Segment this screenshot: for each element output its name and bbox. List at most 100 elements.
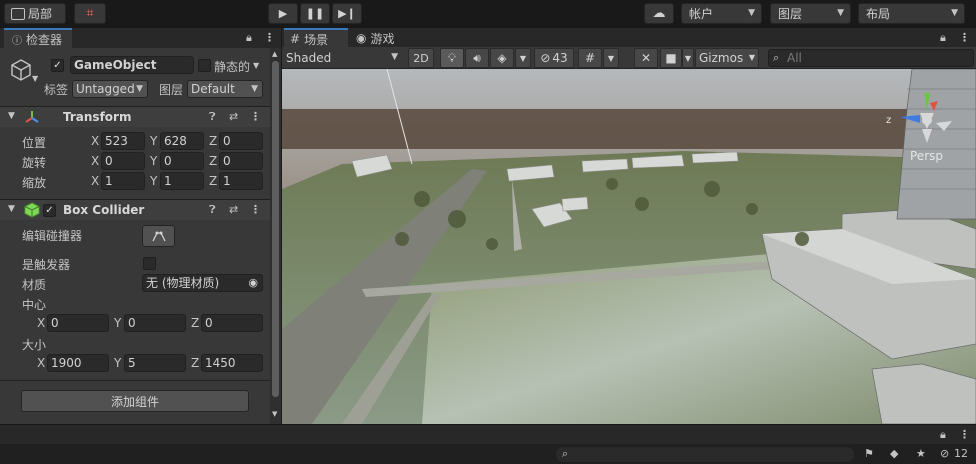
lock-icon[interactable]: 🔒︎ (246, 31, 252, 45)
layout-dropdown[interactable]: 布局 ▼ (858, 3, 965, 24)
play-button[interactable]: ▶ (268, 3, 298, 24)
lock-icon[interactable]: 🔒︎ (940, 31, 946, 45)
scene-panel: # 场景 ◉ 游戏 🔒︎ ⋮ Shaded ▼ 2D 💡︎ 🔊︎ ◈ ▼ ⊘ 4… (282, 28, 976, 424)
cloud-button[interactable]: ☁ (644, 3, 674, 24)
effects-dropdown[interactable]: ▼ (515, 48, 531, 68)
tab-scene[interactable]: # 场景 (284, 28, 348, 48)
size-y-field[interactable]: 5 (124, 354, 186, 372)
is-trigger-checkbox[interactable] (143, 257, 156, 270)
account-label: 局部 (28, 7, 53, 21)
more-icon[interactable]: ⋮ (250, 203, 261, 216)
tag-icon[interactable]: ◆ (890, 447, 898, 460)
position-y-field[interactable]: 628 (160, 132, 204, 150)
scale-x-axis: X (91, 174, 100, 188)
audio-toggle[interactable]: 🔊︎ (465, 48, 489, 68)
scale-x-field[interactable]: 1 (101, 172, 145, 190)
rotation-y-field[interactable]: 0 (160, 152, 204, 170)
center-y-field[interactable]: 0 (124, 314, 186, 332)
pause-button[interactable]: ❚❚ (300, 3, 330, 24)
chevron-down-icon[interactable]: ▼ (32, 74, 38, 83)
rotation-z-field[interactable]: 0 (219, 152, 263, 170)
tab-game[interactable]: ◉ 游戏 (350, 28, 406, 48)
edit-collider-label: 编辑碰撞器 (22, 229, 83, 243)
scroll-up-icon[interactable]: ▲ (272, 50, 277, 58)
lighting-toggle[interactable]: 💡︎ (440, 48, 464, 68)
camera-icon: ■ (665, 51, 677, 65)
size-label: 大小 (22, 338, 47, 352)
chevron-down-icon[interactable]: ▼ (253, 61, 259, 70)
static-checkbox[interactable] (198, 59, 211, 72)
chevron-down-icon: ▼ (748, 53, 755, 62)
tag-dropdown[interactable]: Untagged ▼ (72, 80, 148, 98)
hidden-objects-toggle[interactable]: ⊘ 43 (534, 48, 574, 68)
city-scene-image (282, 69, 976, 424)
layers-dropdown[interactable]: 图层 ▼ (770, 3, 851, 24)
size-z-field[interactable]: 1450 (201, 354, 263, 372)
scrollbar-thumb[interactable] (272, 61, 279, 397)
center-x-field[interactable]: 0 (47, 314, 109, 332)
presets-icon[interactable]: ⇄ (229, 203, 238, 216)
size-z-axis: Z (191, 356, 200, 370)
camera-dropdown[interactable]: ▼ (682, 48, 694, 68)
eye-slash-icon[interactable]: ⊘ (940, 447, 949, 460)
step-button[interactable]: ▶❙ (332, 3, 362, 24)
mode-2d-toggle[interactable]: 2D (408, 48, 434, 68)
account-button[interactable]: 局部 (4, 3, 66, 24)
collab-button[interactable]: ⌗ (74, 3, 106, 24)
help-icon[interactable]: ❓︎ (209, 203, 216, 217)
search-placeholder: All (787, 51, 802, 65)
more-icon[interactable]: ⋮ (959, 428, 970, 441)
orientation-gizmo[interactable]: z Persp (886, 89, 956, 165)
foldout-icon[interactable]: ▼ (8, 204, 15, 214)
position-x-field[interactable]: 523 (101, 132, 145, 150)
account-dropdown-label: 帐户 (689, 7, 714, 21)
inspector-scrollbar[interactable]: ▲ ▼ (270, 48, 281, 424)
step-icon: ▶❙ (338, 7, 356, 20)
tools-toggle[interactable]: ✕ (634, 48, 658, 68)
effects-toggle[interactable]: ◈ (490, 48, 514, 68)
shading-dropdown[interactable]: Shaded ▼ (284, 48, 402, 68)
size-x-field[interactable]: 1900 (47, 354, 109, 372)
tab-inspector[interactable]: ⓘ 检查器 (4, 28, 72, 48)
active-checkbox[interactable]: ✓ (51, 59, 64, 72)
box-collider-title: Box Collider (63, 203, 145, 217)
material-field[interactable]: 无 (物理材质) ◉ (142, 274, 263, 292)
gizmos-dropdown[interactable]: Gizmos ▼ (695, 48, 759, 68)
center-z-field[interactable]: 0 (201, 314, 263, 332)
grid-toggle[interactable]: # (578, 48, 602, 68)
help-icon[interactable]: ❓︎ (209, 110, 216, 124)
position-z-axis: Z (209, 134, 218, 148)
chevron-down-icon: ▼ (251, 84, 258, 94)
add-component-button[interactable]: 添加组件 (21, 390, 249, 412)
box-collider-header[interactable]: ▼ ✓ Box Collider ❓︎ ⇄ ⋮ (0, 199, 270, 220)
lock-icon[interactable]: 🔒︎ (940, 428, 946, 442)
more-icon[interactable]: ⋮ (264, 31, 275, 44)
hierarchy-icon[interactable]: ⚑ (864, 447, 874, 460)
console-search-input[interactable]: ⌕ (555, 446, 855, 463)
scale-z-field[interactable]: 1 (219, 172, 263, 190)
foldout-icon[interactable]: ▼ (8, 111, 15, 121)
position-z-field[interactable]: 0 (219, 132, 263, 150)
more-icon[interactable]: ⋮ (250, 110, 261, 123)
scale-y-field[interactable]: 1 (160, 172, 204, 190)
transform-header[interactable]: ▼ Transform ❓︎ ⇄ ⋮ (0, 106, 270, 127)
scene-search-input[interactable]: ⌕ All (768, 49, 974, 67)
scroll-down-icon[interactable]: ▼ (272, 410, 277, 418)
collab-icon: ⌗ (86, 6, 94, 21)
object-name-field[interactable]: GameObject (70, 56, 194, 74)
more-icon[interactable]: ⋮ (959, 31, 970, 44)
chevron-down-icon: ▼ (684, 53, 692, 63)
edit-collider-button[interactable] (142, 225, 175, 247)
account-dropdown[interactable]: 帐户 ▼ (681, 3, 762, 24)
scene-viewport[interactable]: z Persp (282, 69, 976, 424)
layer-dropdown[interactable]: Default ▼ (187, 80, 263, 98)
box-collider-enabled-checkbox[interactable]: ✓ (43, 204, 56, 217)
main-toolbar: 局部 ⌗ ▶ ❚❚ ▶❙ ☁ 帐户 ▼ 图层 ▼ 布局 ▼ (0, 0, 976, 28)
object-picker-icon[interactable]: ◉ (248, 275, 258, 291)
camera-toggle[interactable]: ■ (660, 48, 682, 68)
projection-label[interactable]: Persp (910, 149, 943, 163)
rotation-x-field[interactable]: 0 (101, 152, 145, 170)
presets-icon[interactable]: ⇄ (229, 110, 238, 123)
star-icon[interactable]: ★ (916, 447, 926, 460)
grid-dropdown[interactable]: ▼ (603, 48, 619, 68)
